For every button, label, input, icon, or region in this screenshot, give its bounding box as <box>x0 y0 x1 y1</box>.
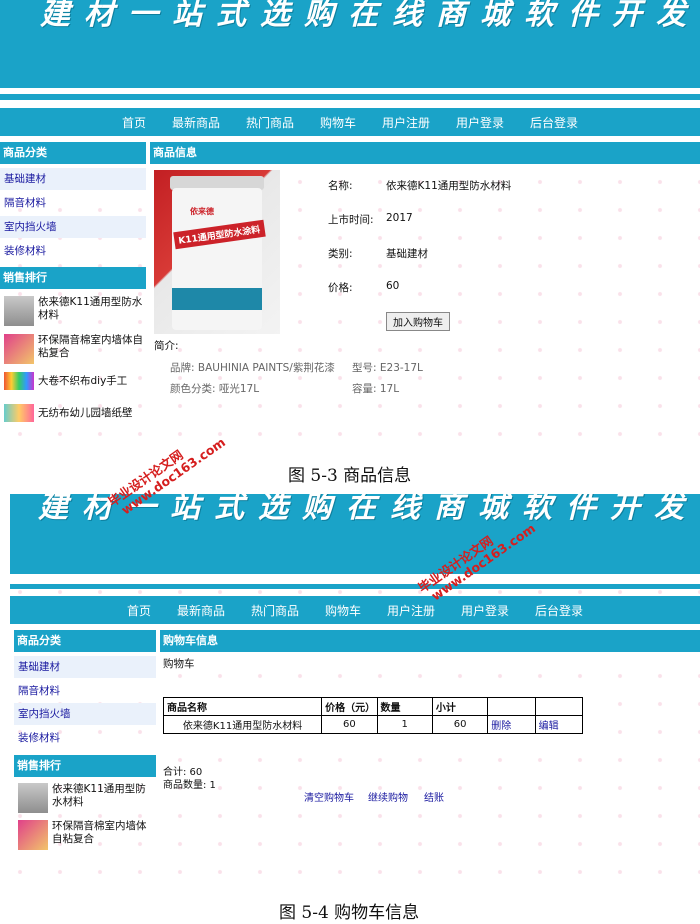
product-section-title: 商品信息 <box>150 142 700 164</box>
nav-home[interactable]: 首页 <box>122 114 146 131</box>
edit-link-text[interactable]: 编辑 <box>539 721 559 732</box>
delete-link[interactable]: 删除 <box>487 715 536 734</box>
col-qty: 数量 <box>376 697 433 716</box>
date-label: 上市时间: <box>328 214 374 226</box>
nav-new-products[interactable]: 最新商品 <box>172 114 220 131</box>
col-delete <box>487 697 536 716</box>
nav-cart[interactable]: 购物车 <box>320 114 356 131</box>
spec-capacity: 容量: 17L <box>352 383 400 395</box>
category-decoration[interactable]: 装修材料 <box>14 727 156 749</box>
table-row: 依来德K11通用型防水材料 60 1 60 删除 编辑 <box>162 715 584 734</box>
ranking-item[interactable]: 依来德K11通用型防水材料 <box>18 783 156 813</box>
nav-hot-products[interactable]: 热门商品 <box>246 114 294 131</box>
ranking-thumbnail <box>4 296 34 326</box>
col-subtotal: 小计 <box>431 697 489 716</box>
nav-login[interactable]: 用户登录 <box>461 602 509 619</box>
edit-link[interactable]: 编辑 <box>534 715 584 734</box>
col-name: 商品名称 <box>162 697 323 716</box>
category-basic[interactable]: 基础建材 <box>14 656 156 678</box>
nav-new-products[interactable]: 最新商品 <box>177 602 225 619</box>
nav-hot-products[interactable]: 热门商品 <box>251 602 299 619</box>
checkout-link[interactable]: 结账 <box>424 789 444 804</box>
ranking-item-name: 无纺布幼儿园墙纸壁 <box>38 407 133 419</box>
category-soundproof[interactable]: 隔音材料 <box>14 680 156 702</box>
ranking-thumbnail <box>18 783 48 813</box>
product-image: K11通用型防水涂料 依来德 <box>154 170 280 334</box>
name-label: 名称: <box>328 180 353 192</box>
intro-label: 简介: <box>154 340 179 352</box>
category-title: 商品分类 <box>0 142 146 164</box>
ranking-title: 销售排行 <box>0 267 146 289</box>
spec-color: 颜色分类: 哑光17L <box>170 383 260 395</box>
ranking-item[interactable]: 环保隔音棉室内墙体自粘复合 <box>4 334 144 364</box>
delete-link-text[interactable]: 删除 <box>491 721 511 732</box>
nav-home[interactable]: 首页 <box>127 602 151 619</box>
date-value: 2017 <box>386 212 413 224</box>
ranking-item-name: 依来德K11通用型防水材料 <box>38 296 143 321</box>
cell-qty: 1 <box>376 715 433 734</box>
name-value: 依来德K11通用型防水材料 <box>386 180 512 192</box>
banner-stripe <box>10 584 700 589</box>
category-firewall[interactable]: 室内挡火墙 <box>14 703 156 725</box>
nav-cart[interactable]: 购物车 <box>325 602 361 619</box>
ranking-item-name: 环保隔音棉室内墙体自粘复合 <box>52 820 147 845</box>
category-decoration[interactable]: 装修材料 <box>0 240 146 262</box>
ranking-item[interactable]: 环保隔音棉室内墙体自粘复合 <box>18 820 156 850</box>
col-price: 价格（元） <box>321 697 378 716</box>
category-label: 类别: <box>328 248 353 260</box>
nav-admin-login[interactable]: 后台登录 <box>530 114 578 131</box>
site-banner: 建材一站式选购在线商城软件开发 <box>0 0 700 88</box>
category-title: 商品分类 <box>14 630 156 652</box>
ranking-thumbnail <box>4 404 34 422</box>
nav-admin-login[interactable]: 后台登录 <box>535 602 583 619</box>
price-label: 价格: <box>328 282 353 294</box>
category-value: 基础建材 <box>386 248 428 260</box>
ranking-item[interactable]: 依来德K11通用型防水材料 <box>4 296 144 326</box>
category-soundproof[interactable]: 隔音材料 <box>0 192 146 214</box>
category-firewall[interactable]: 室内挡火墙 <box>0 216 146 238</box>
cart-subtitle: 购物车 <box>163 658 195 670</box>
ranking-item[interactable]: 大卷不织布diy手工 <box>4 372 144 390</box>
cart-table: 商品名称 价格（元） 数量 小计 依来德K11通用型防水材料 60 1 60 删… <box>162 697 584 734</box>
cell-subtotal: 60 <box>431 715 489 734</box>
ranking-title: 销售排行 <box>14 755 156 777</box>
cell-price: 60 <box>321 715 378 734</box>
main-nav: 首页 最新商品 热门商品 购物车 用户注册 用户登录 后台登录 <box>0 108 700 136</box>
ranking-thumbnail <box>4 334 34 364</box>
figure-caption-5-3: 图 5-3 商品信息 <box>288 466 412 486</box>
category-basic[interactable]: 基础建材 <box>0 168 146 190</box>
continue-shopping-link[interactable]: 继续购物 <box>368 789 408 804</box>
cart-count: 商品数量: 1 <box>163 780 216 791</box>
ranking-item[interactable]: 无纺布幼儿园墙纸壁 <box>4 404 144 422</box>
cell-name: 依来德K11通用型防水材料 <box>162 715 323 734</box>
nav-register[interactable]: 用户注册 <box>382 114 430 131</box>
ranking-thumbnail <box>4 372 34 390</box>
ranking-item-name: 环保隔音棉室内墙体自粘复合 <box>38 334 143 359</box>
price-value: 60 <box>386 280 400 292</box>
nav-login[interactable]: 用户登录 <box>456 114 504 131</box>
cart-section-title: 购物车信息 <box>160 630 700 652</box>
ranking-thumbnail <box>18 820 48 850</box>
clear-cart-link[interactable]: 清空购物车 <box>304 789 354 804</box>
spec-brand: 品牌: BAUHINIA PAINTS/紫荆花漆 <box>170 362 335 374</box>
figure-caption-5-4: 图 5-4 购物车信息 <box>279 903 420 923</box>
nav-register[interactable]: 用户注册 <box>387 602 435 619</box>
col-edit <box>534 697 584 716</box>
add-to-cart-button[interactable]: 加入购物车 <box>386 312 450 331</box>
bucket-brand: 依来德 <box>190 207 214 216</box>
product-info-screenshot: 建材一站式选购在线商城软件开发 首页 最新商品 热门商品 购物车 用户注册 用户… <box>0 0 700 444</box>
banner-stripe <box>0 94 700 100</box>
spec-model: 型号: E23-17L <box>352 362 423 374</box>
bucket-band <box>172 288 262 310</box>
cart-header-row: 商品名称 价格（元） 数量 小计 <box>162 697 584 716</box>
main-nav: 首页 最新商品 热门商品 购物车 用户注册 用户登录 后台登录 <box>10 596 700 624</box>
ranking-item-name: 大卷不织布diy手工 <box>38 375 128 387</box>
ranking-item-name: 依来德K11通用型防水材料 <box>52 783 146 808</box>
